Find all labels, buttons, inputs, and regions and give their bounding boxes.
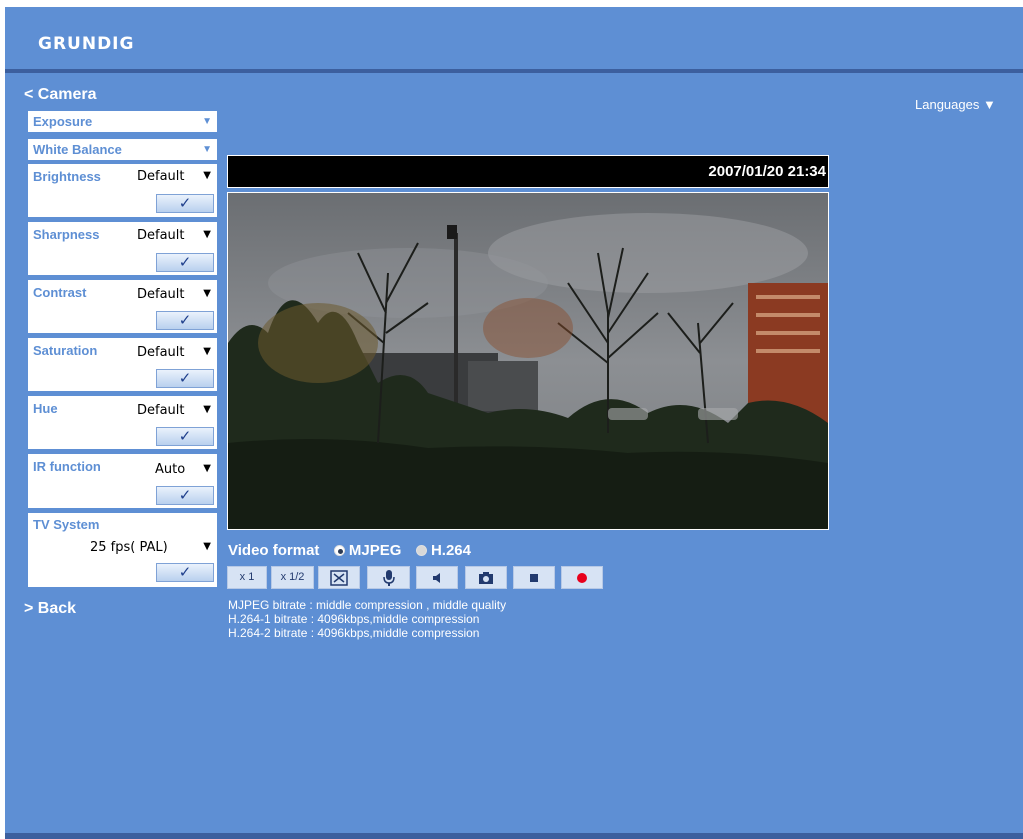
hue-select[interactable]: Default ▼: [131, 401, 215, 421]
chevron-down-icon: ▼: [203, 170, 211, 181]
microphone-icon: [382, 570, 395, 586]
sharpness-label: Sharpness: [33, 227, 100, 242]
contrast-apply-button[interactable]: ✓: [156, 311, 214, 330]
white-balance-dropdown[interactable]: White Balance ▼: [28, 139, 217, 160]
hue-apply-button[interactable]: ✓: [156, 427, 214, 446]
mjpeg-label[interactable]: MJPEG: [349, 542, 402, 559]
h264-radio[interactable]: [415, 545, 427, 556]
ir-function-value: Auto: [155, 462, 186, 477]
stop-icon: [530, 574, 538, 582]
tv-system-select[interactable]: 25 fps( PAL) ▼: [84, 538, 215, 558]
languages-menu[interactable]: Languages ▼: [915, 97, 996, 112]
brightness-apply-button[interactable]: ✓: [156, 194, 214, 213]
brightness-value: Default: [137, 169, 185, 184]
video-format-label: Video format: [228, 542, 320, 559]
ir-function-label: IR function: [33, 459, 101, 474]
microphone-button[interactable]: [367, 566, 410, 589]
timestamp-bar: 2007/01/20 21:34: [227, 155, 829, 188]
back-link[interactable]: > Back: [24, 600, 76, 618]
hue-label: Hue: [33, 401, 58, 416]
white-balance-label: White Balance: [33, 142, 122, 157]
hue-value: Default: [137, 403, 185, 418]
grundig-logo: GRUNDIG: [38, 34, 135, 54]
contrast-value: Default: [137, 287, 185, 302]
tv-system-label: TV System: [33, 517, 100, 532]
record-icon: [577, 573, 587, 583]
sharpness-setting: Sharpness Default ▼ ✓: [28, 222, 217, 275]
video-format-row: Video format MJPEG H.264: [228, 542, 471, 559]
zoom-half-button[interactable]: x 1/2: [271, 566, 314, 589]
brightness-select[interactable]: Default ▼: [131, 167, 215, 187]
ir-function-apply-button[interactable]: ✓: [156, 486, 214, 505]
chevron-down-icon: ▼: [203, 404, 211, 415]
h264-label[interactable]: H.264: [431, 542, 471, 559]
saturation-value: Default: [137, 345, 185, 360]
sharpness-select[interactable]: Default ▼: [131, 226, 215, 246]
ir-function-setting: IR function Auto ▼ ✓: [28, 454, 217, 508]
contrast-select[interactable]: Default ▼: [131, 285, 215, 305]
sharpness-apply-button[interactable]: ✓: [156, 253, 214, 272]
header-bar: [5, 7, 1023, 69]
tv-system-apply-button[interactable]: ✓: [156, 563, 214, 582]
tv-system-value: 25 fps( PAL): [90, 540, 168, 555]
camera-link[interactable]: < Camera: [24, 86, 97, 104]
mjpeg-radio[interactable]: [333, 545, 345, 556]
h264-1-bitrate-info: H.264-1 bitrate : 4096kbps,middle compre…: [228, 612, 480, 626]
speaker-button[interactable]: [416, 566, 458, 589]
chevron-down-icon: ▼: [203, 288, 211, 299]
chevron-down-icon: ▼: [202, 144, 212, 155]
zoom-x1-button[interactable]: x 1: [227, 566, 267, 589]
ir-function-select[interactable]: Auto ▼: [149, 460, 215, 480]
mjpeg-bitrate-info: MJPEG bitrate : middle compression , mid…: [228, 598, 507, 612]
saturation-label: Saturation: [33, 343, 98, 358]
sharpness-value: Default: [137, 228, 185, 243]
camera-icon: [479, 572, 493, 584]
saturation-setting: Saturation Default ▼ ✓: [28, 338, 217, 391]
exposure-dropdown[interactable]: Exposure ▼: [28, 111, 217, 132]
chevron-down-icon: ▼: [203, 346, 211, 357]
stop-button[interactable]: [513, 566, 555, 589]
fullscreen-button[interactable]: [318, 566, 360, 589]
saturation-apply-button[interactable]: ✓: [156, 369, 214, 388]
fullscreen-icon: [330, 570, 348, 586]
chevron-down-icon: ▼: [202, 116, 212, 127]
record-button[interactable]: [561, 566, 603, 589]
chevron-down-icon: ▼: [203, 463, 211, 474]
tv-system-setting: TV System 25 fps( PAL) ▼ ✓: [28, 513, 217, 587]
contrast-label: Contrast: [33, 285, 87, 300]
brightness-label: Brightness: [33, 169, 101, 184]
live-video-view[interactable]: [227, 192, 829, 530]
h264-2-bitrate-info: H.264-2 bitrate : 4096kbps,middle compre…: [228, 626, 480, 640]
snapshot-button[interactable]: [465, 566, 507, 589]
hue-setting: Hue Default ▼ ✓: [28, 396, 217, 449]
contrast-setting: Contrast Default ▼ ✓: [28, 280, 217, 333]
saturation-select[interactable]: Default ▼: [131, 343, 215, 363]
video-frame-image: [228, 193, 828, 529]
brightness-setting: Brightness Default ▼ ✓: [28, 164, 217, 217]
chevron-down-icon: ▼: [203, 229, 211, 240]
speaker-icon: [433, 573, 440, 583]
exposure-label: Exposure: [33, 114, 93, 129]
timestamp: 2007/01/20 21:34: [708, 163, 826, 180]
chevron-down-icon: ▼: [203, 541, 211, 552]
